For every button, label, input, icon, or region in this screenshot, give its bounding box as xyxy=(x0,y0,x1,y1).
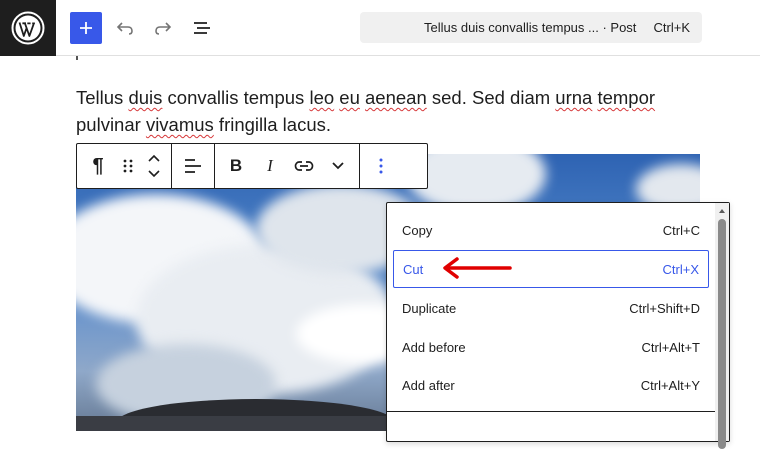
italic-button[interactable]: I xyxy=(253,144,287,188)
align-icon xyxy=(185,159,201,173)
link-button[interactable] xyxy=(287,144,321,188)
editor-top-bar: Tellus duis convallis tempus ... · Post … xyxy=(0,0,760,56)
menu-scrollbar[interactable] xyxy=(715,203,729,449)
annotation-arrow-icon xyxy=(443,257,512,279)
scroll-up-arrow-icon[interactable] xyxy=(718,207,726,215)
menu-separator xyxy=(387,411,715,412)
menu-item-shortcut: Ctrl+Alt+Y xyxy=(640,378,700,393)
options-icon xyxy=(379,158,383,174)
block-toolbar-group-options xyxy=(360,144,402,188)
document-overview-button[interactable] xyxy=(188,14,216,42)
misspelled-word: aenean xyxy=(365,87,427,108)
move-buttons[interactable] xyxy=(141,144,167,188)
block-toolbar-group-format: B I xyxy=(215,144,360,188)
add-block-button[interactable] xyxy=(70,12,102,44)
drag-handle-icon xyxy=(123,159,133,173)
menu-item-label: Add after xyxy=(402,378,455,393)
list-view-icon xyxy=(194,22,210,34)
paragraph-block[interactable]: Tellus duis convallis tempus leo eu aene… xyxy=(76,84,716,138)
link-icon xyxy=(294,161,314,171)
paragraph-text: pulvinar xyxy=(76,114,146,135)
paragraph-text: Tellus xyxy=(76,87,129,108)
block-options-menu: Copy Ctrl+C Cut Ctrl+X Duplicate Ctrl+Sh… xyxy=(386,202,730,449)
move-up-down-icon xyxy=(148,154,160,178)
bold-icon: B xyxy=(229,156,243,175)
block-toolbar: ¶ B I xyxy=(76,143,428,189)
document-title: Tellus duis convallis tempus ... · Post xyxy=(424,20,637,35)
previous-block-edge xyxy=(76,56,78,60)
command-palette-shortcut: Ctrl+K xyxy=(653,20,690,35)
more-rich-text-button[interactable] xyxy=(321,144,355,188)
scroll-thumb[interactable] xyxy=(718,219,726,449)
redo-icon xyxy=(155,22,172,35)
italic-icon: I xyxy=(267,156,273,175)
roof-shape xyxy=(76,416,416,431)
redo-button[interactable] xyxy=(149,14,177,42)
paragraph-text: sed. Sed diam xyxy=(426,87,556,108)
menu-item-shortcut: Ctrl+Alt+T xyxy=(641,340,700,355)
misspelled-word: tempor xyxy=(597,87,656,108)
chevron-down-icon xyxy=(332,162,344,170)
paragraph-icon: ¶ xyxy=(92,154,104,177)
paragraph-text: fringilla lacus. xyxy=(213,114,332,135)
menu-item-label: Duplicate xyxy=(402,301,457,316)
drag-handle-button[interactable] xyxy=(115,144,141,188)
undo-button[interactable] xyxy=(111,14,139,42)
wordpress-logo[interactable] xyxy=(0,0,56,56)
menu-item-copy[interactable]: Copy Ctrl+C xyxy=(393,212,709,250)
menu-item-shortcut: Ctrl+Shift+D xyxy=(629,301,700,316)
undo-icon xyxy=(116,22,133,35)
menu-item-shortcut: Ctrl+C xyxy=(662,223,700,238)
bold-button[interactable]: B xyxy=(219,144,253,188)
menu-item-label: Cut xyxy=(403,262,424,277)
misspelled-word: urna xyxy=(555,87,593,108)
block-toolbar-group-block: ¶ xyxy=(77,144,172,188)
misspelled-word: duis xyxy=(128,87,163,108)
menu-item-add-after[interactable]: Add after Ctrl+Alt+Y xyxy=(393,367,709,405)
options-button[interactable] xyxy=(364,144,398,188)
align-button[interactable] xyxy=(176,144,210,188)
wordpress-logo-icon xyxy=(11,11,45,45)
misspelled-word: vivamus xyxy=(145,114,214,135)
misspelled-word: leo xyxy=(309,87,335,108)
menu-item-shortcut: Ctrl+X xyxy=(662,262,699,277)
plus-icon xyxy=(80,22,92,34)
command-palette-bar[interactable]: Tellus duis convallis tempus ... · Post … xyxy=(360,12,702,43)
menu-item-add-before[interactable]: Add before Ctrl+Alt+T xyxy=(393,329,709,367)
misspelled-word: eu xyxy=(339,87,360,108)
block-type-button[interactable]: ¶ xyxy=(81,144,115,188)
menu-item-duplicate[interactable]: Duplicate Ctrl+Shift+D xyxy=(393,290,709,328)
block-toolbar-group-align xyxy=(172,144,215,188)
menu-item-label: Copy xyxy=(402,223,433,238)
paragraph-text: convallis tempus xyxy=(162,87,310,108)
menu-item-label: Add before xyxy=(402,340,466,355)
